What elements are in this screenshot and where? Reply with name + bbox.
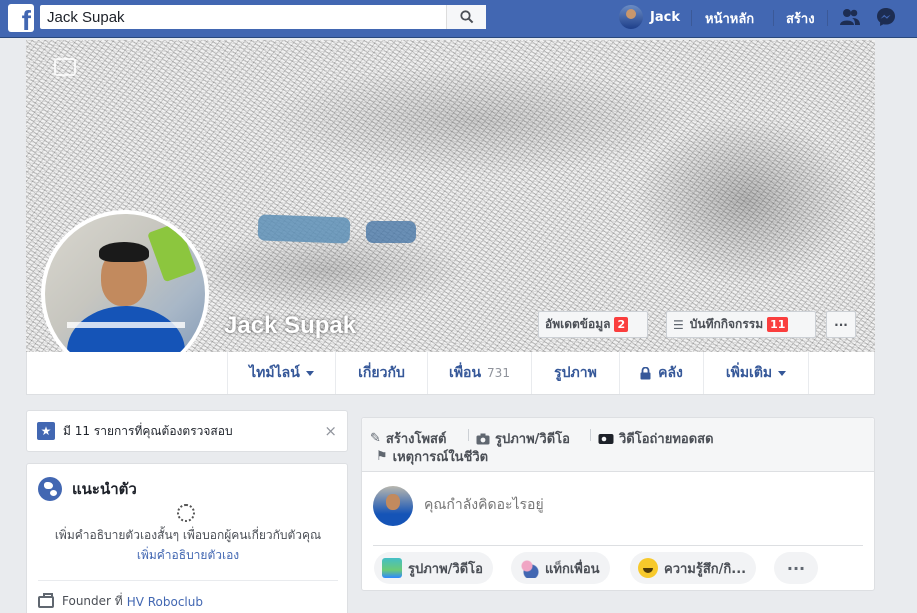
button-label: ความรู้สึก/กิ... (664, 561, 747, 577)
more-icon: ··· (834, 317, 848, 332)
lock-icon (640, 366, 651, 379)
tab-label: ไทม์ไลน์ (249, 365, 300, 381)
tab-label: เพื่อน (449, 365, 482, 381)
divider (468, 429, 469, 441)
cover-detail (257, 214, 351, 244)
photo-video-tab[interactable]: รูปภาพ/วิดีโอ (476, 428, 570, 449)
nav-user-name: Jack (650, 9, 680, 25)
avatar (373, 486, 413, 526)
chevron-down-icon (778, 370, 787, 376)
tag-friends-button[interactable]: แท็กเพื่อน (511, 552, 610, 584)
flag-icon: ⚑ (376, 449, 388, 464)
tab-more[interactable]: เพิ่มเติม (703, 352, 809, 394)
cover-detail (366, 221, 416, 243)
nav-divider (773, 10, 774, 26)
friends-icon[interactable] (839, 6, 861, 28)
nav-divider (691, 10, 692, 26)
star-icon: ★ (37, 422, 55, 440)
profile-name[interactable]: Jack Supak (224, 312, 356, 340)
camera-icon (476, 433, 490, 444)
messenger-icon[interactable] (875, 6, 897, 28)
photo-icon (382, 558, 402, 578)
tab-label: เกี่ยวกับ (358, 365, 405, 381)
review-notice-card[interactable]: ★ มี 11 รายการที่คุณต้องตรวจสอบ × (26, 410, 348, 452)
tab-about[interactable]: เกี่ยวกับ (335, 352, 427, 394)
life-event-tab[interactable]: ⚑ เหตุการณ์ในชีวิต (376, 446, 488, 467)
update-info-button[interactable]: อัพเดตข้อมูล 2 (538, 311, 648, 338)
search-input[interactable] (40, 6, 445, 28)
tag-friends-icon (519, 558, 539, 578)
activity-log-badge: 11 (767, 317, 789, 332)
add-bio-link[interactable]: เพิ่มคำอธิบายตัวเอง (27, 546, 349, 565)
more-actions-button[interactable]: ··· (774, 552, 818, 584)
pencil-icon: ✎ (370, 431, 381, 446)
search-icon (459, 10, 473, 24)
work-prefix: Founder ที่ (62, 594, 123, 608)
loading-spinner-icon (177, 504, 195, 522)
tab-label: เหตุการณ์ในชีวิต (392, 450, 489, 465)
globe-icon (38, 477, 62, 501)
search-box (40, 5, 486, 29)
post-composer: ✎ สร้างโพสต์ รูปภาพ/วิดีโอ วิดีโอถ่ายทอดส… (361, 417, 875, 591)
tab-label: วิดีโอถ่ายทอดสด (619, 432, 714, 447)
nav-home-link[interactable]: หน้าหลัก (705, 8, 754, 29)
nav-divider (827, 10, 828, 26)
tab-label: คลัง (658, 365, 683, 381)
avatar (619, 5, 643, 29)
review-notice-text: มี 11 รายการที่คุณต้องตรวจสอบ (63, 423, 233, 438)
feeling-activity-button[interactable]: ความรู้สึก/กิ... (630, 552, 757, 584)
tab-photos[interactable]: รูปภาพ (531, 352, 619, 394)
intro-description: เพิ่มคำอธิบายตัวเองสั้นๆ เพื่อบอกผู้คนเก… (54, 528, 322, 542)
camera-icon[interactable] (54, 58, 76, 76)
avatar (45, 214, 205, 374)
divider (373, 545, 863, 546)
update-info-label: อัพเดตข้อมูล (545, 317, 611, 331)
button-label: รูปภาพ/วิดีโอ (408, 561, 483, 577)
tab-label: เพิ่มเติม (725, 365, 773, 381)
more-icon: ··· (786, 558, 806, 578)
smiley-icon (638, 558, 658, 578)
photo-video-button[interactable]: รูปภาพ/วิดีโอ (374, 552, 493, 584)
video-camera-icon (598, 433, 614, 444)
composer-tabs: ✎ สร้างโพสต์ รูปภาพ/วิดีโอ วิดีโอถ่ายทอดส… (362, 418, 874, 472)
intro-title: แนะนำตัว (72, 480, 137, 498)
tab-label: รูปภาพ/วิดีโอ (495, 432, 570, 447)
profile-tabs: ไทม์ไลน์ เกี่ยวกับ เพื่อน 731 รูปภาพ คลัง… (26, 352, 875, 395)
facebook-logo-icon[interactable]: f (8, 4, 34, 35)
close-icon[interactable]: × (324, 422, 337, 440)
top-navigation-bar: f Jack หน้าหลัก สร้าง (0, 0, 917, 38)
tab-label: รูปภาพ (554, 365, 597, 381)
divider (38, 580, 338, 581)
work-place-link[interactable]: HV Roboclub (127, 595, 203, 609)
post-input[interactable] (424, 490, 864, 520)
work-info: Founder ที่ HV Roboclub (38, 592, 203, 611)
activity-log-label: บันทึกกิจกรรม (689, 317, 764, 331)
intro-header: แนะนำตัว (38, 477, 137, 501)
list-icon: ☰ (673, 317, 684, 332)
activity-log-button[interactable]: ☰ บันทึกกิจกรรม 11 (666, 311, 816, 338)
nav-create-link[interactable]: สร้าง (786, 8, 815, 29)
more-options-button[interactable]: ··· (826, 311, 856, 338)
tab-archive[interactable]: คลัง (619, 352, 703, 394)
tab-timeline[interactable]: ไทม์ไลน์ (227, 352, 335, 394)
briefcase-icon (38, 592, 54, 608)
live-video-tab[interactable]: วิดีโอถ่ายทอดสด (598, 428, 714, 449)
nav-profile-link[interactable]: Jack (619, 4, 680, 30)
tab-friends[interactable]: เพื่อน 731 (427, 352, 531, 394)
chevron-down-icon (305, 370, 314, 376)
button-label: แท็กเพื่อน (545, 561, 600, 577)
divider (590, 429, 591, 441)
update-info-badge: 2 (614, 317, 629, 332)
intro-card: แนะนำตัว เพิ่มคำอธิบายตัวเองสั้นๆ เพื่อบ… (26, 463, 348, 613)
friends-count: 731 (487, 366, 510, 380)
search-button[interactable] (446, 5, 486, 29)
